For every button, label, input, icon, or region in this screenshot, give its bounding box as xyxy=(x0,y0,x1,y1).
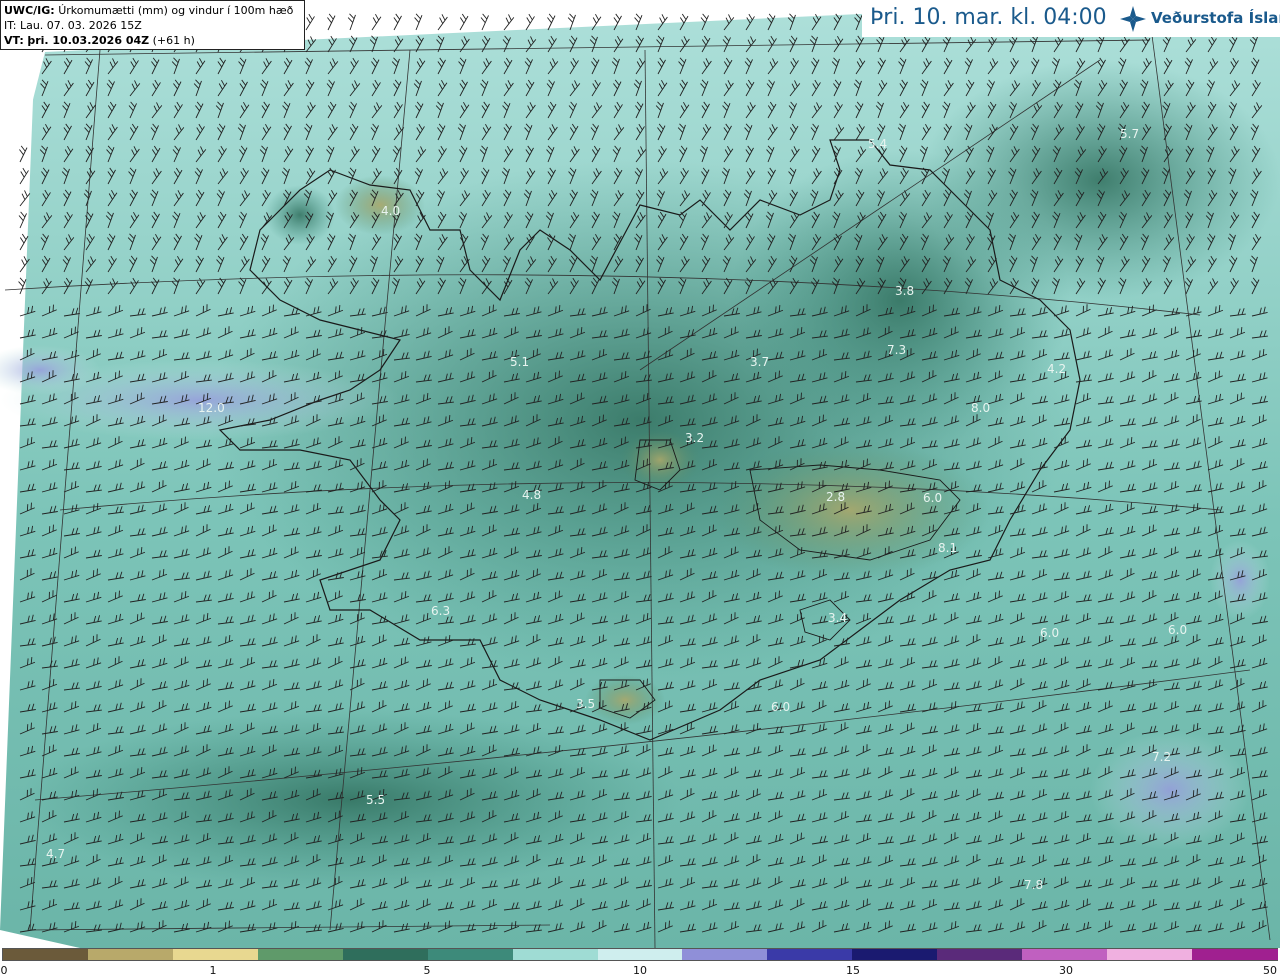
colorbar-segment xyxy=(257,949,344,960)
value-label: 6.0 xyxy=(1168,623,1187,637)
colorbar-segment xyxy=(767,949,854,960)
colorbar-tick-label: 0 xyxy=(0,964,8,977)
wind-barb xyxy=(414,13,423,31)
wind-barb xyxy=(393,13,402,31)
colorbar-segment xyxy=(1022,949,1109,960)
wind-barb xyxy=(459,13,469,31)
colorbar-segment xyxy=(3,949,90,960)
wind-barb xyxy=(503,14,515,31)
value-label: 3.7 xyxy=(750,355,769,369)
value-label: 7.3 xyxy=(887,343,906,357)
brand-name: Veðurstofa Íslands xyxy=(1151,9,1280,27)
value-label: 7.8 xyxy=(1024,878,1043,892)
colorbar-segment xyxy=(1107,949,1194,960)
value-label: 2.8 xyxy=(826,490,845,504)
value-label: 4.2 xyxy=(1047,362,1066,376)
colorbar-segment xyxy=(87,949,175,960)
colorbar-segment xyxy=(682,949,769,960)
wind-barb xyxy=(327,13,336,31)
colorbar-tick-label: 30 xyxy=(1059,964,1073,977)
wind-barb xyxy=(371,13,382,31)
wind-barb xyxy=(437,14,448,31)
value-label: 5.7 xyxy=(1120,127,1139,141)
model-label: UWC/IG: xyxy=(4,4,55,17)
colorbar-tick-label: 10 xyxy=(633,964,647,977)
value-label: 4.0 xyxy=(381,204,400,218)
colorbar-segment xyxy=(512,949,599,960)
lead-time: (+61 h) xyxy=(152,34,195,47)
colorbar-segment xyxy=(597,949,684,960)
colorbar-tick-label: 1 xyxy=(209,964,217,977)
value-label: 5.5 xyxy=(366,793,385,807)
valid-time: þri. 10.03.2026 04Z xyxy=(27,34,150,47)
colorbar-tick-label: 50 xyxy=(1263,964,1277,977)
wind-barb xyxy=(18,277,27,295)
value-label: 4.7 xyxy=(46,847,65,861)
colorbar-tick-label: 15 xyxy=(846,964,860,977)
title-banner: Þri. 10. mar. kl. 04:00 Veðurstofa Íslan… xyxy=(862,0,1280,37)
colorbar-segment xyxy=(852,949,939,960)
value-label: 6.0 xyxy=(1040,626,1059,640)
value-label: 8.1 xyxy=(938,541,957,555)
value-label: 6.0 xyxy=(771,700,790,714)
value-label: 3.4 xyxy=(828,611,847,625)
value-label: 7.2 xyxy=(1152,750,1171,764)
value-label: 3.2 xyxy=(685,431,704,445)
colorbar: 0 1 5 10 15 30 50 xyxy=(0,948,1280,978)
run-info-box: UWC/IG: Úrkomumætti (mm) og vindur í 100… xyxy=(0,0,305,50)
value-label: 5.1 xyxy=(510,355,529,369)
wind-barb xyxy=(19,233,29,251)
value-label: 3.8 xyxy=(895,284,914,298)
colorbar-segment xyxy=(172,949,260,960)
colorbar-segment xyxy=(342,949,429,960)
wind-barb xyxy=(19,167,29,185)
valid-time-title: Þri. 10. mar. kl. 04:00 xyxy=(870,5,1107,30)
value-label: 3.5 xyxy=(576,697,595,711)
wind-barb xyxy=(547,13,556,31)
value-label: 8.0 xyxy=(971,401,990,415)
value-label: 4.8 xyxy=(522,488,541,502)
wind-barb xyxy=(19,190,31,207)
model-description: Úrkomumætti (mm) og vindur í 100m hæð xyxy=(58,4,294,17)
precipitation-wind-map: 5.7 5.4 4.0 3.8 7.3 5.1 3.7 4.2 8.0 12.0… xyxy=(0,0,1280,948)
colorbar-tick-label: 5 xyxy=(423,964,431,977)
colorbar-segment xyxy=(937,949,1024,960)
wind-barb xyxy=(480,13,489,31)
wind-barb xyxy=(347,13,356,31)
colorbar-segment xyxy=(427,949,514,960)
value-label: 5.4 xyxy=(868,137,887,151)
value-label: 6.0 xyxy=(923,491,942,505)
value-label: 6.3 xyxy=(431,604,450,618)
value-label: 12.0 xyxy=(198,401,225,415)
snowflake-cross-icon xyxy=(1120,6,1146,32)
wind-barb xyxy=(18,211,27,229)
colorbar-segment xyxy=(1192,949,1279,960)
wind-barb xyxy=(525,13,535,31)
issue-time: IT: Lau. 07. 03. 2026 15Z xyxy=(4,19,142,32)
valid-label: VT: xyxy=(4,34,24,47)
colorbar-gradient xyxy=(2,948,1279,961)
